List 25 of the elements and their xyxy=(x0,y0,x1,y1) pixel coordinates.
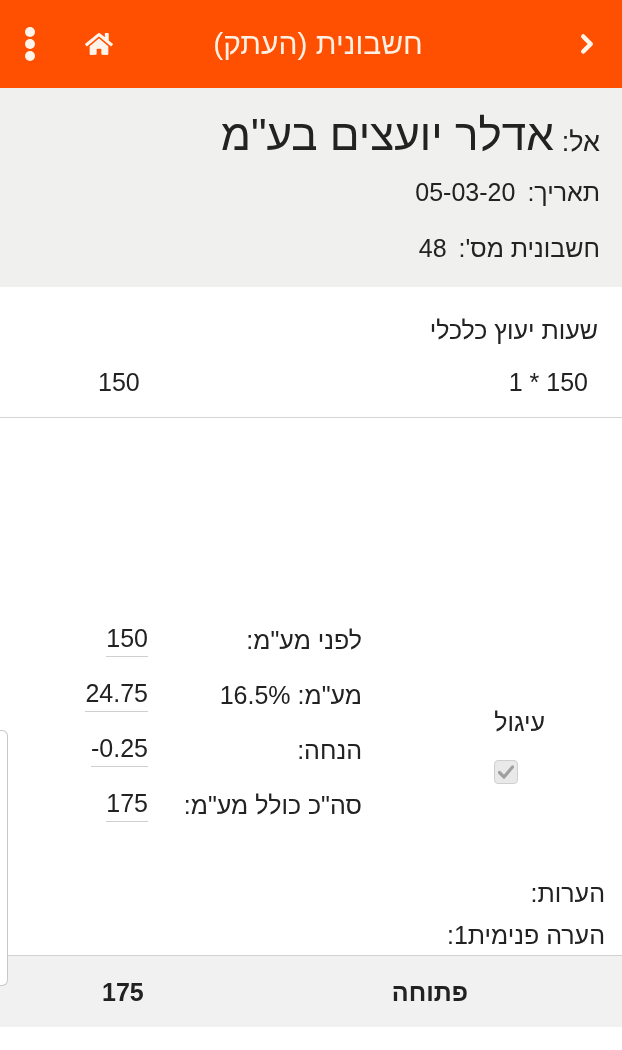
total-label: סה"כ כולל מע"מ: xyxy=(183,789,362,820)
to-label: אל: xyxy=(561,126,600,159)
note-label: הערה פנימית1: xyxy=(446,920,605,950)
field-value: 48 xyxy=(418,233,447,263)
field-value: 05-03-20 xyxy=(415,177,516,207)
home-icon[interactable] xyxy=(85,30,113,58)
total-value: 24.75 xyxy=(85,677,148,712)
field-label: חשבונית מס': xyxy=(458,233,600,263)
item-quantity-price: 1 * 150 xyxy=(508,367,588,397)
more-menu-icon[interactable] xyxy=(23,27,37,61)
item-amount: 150 xyxy=(98,367,140,397)
field-label: תאריך: xyxy=(527,177,600,207)
rounding-label: עיגול xyxy=(494,707,545,737)
recipient-name: אדלר יועצים בע"מ xyxy=(220,110,554,160)
header-title: חשבונית (העתק) xyxy=(213,26,423,62)
total-label: הנחה: xyxy=(297,734,362,765)
item-description: שעות יעוץ כלכלי xyxy=(429,315,598,345)
total-value: 150 xyxy=(106,622,148,657)
total-value: -0.25 xyxy=(91,732,148,767)
total-value: 175 xyxy=(106,787,148,822)
total-label: מע"מ: 16.5% xyxy=(219,679,362,710)
status-text: פתוחה xyxy=(391,976,468,1007)
footer-total: 175 xyxy=(102,976,144,1007)
total-label: לפני מע"מ: xyxy=(246,624,362,655)
note-label: הערות: xyxy=(530,878,605,908)
